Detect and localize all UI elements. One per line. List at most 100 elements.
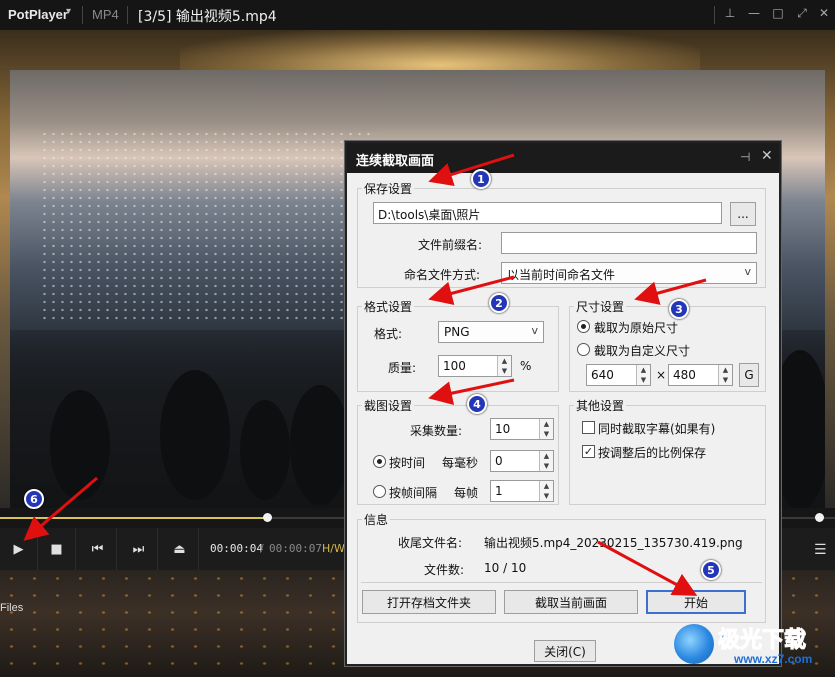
open-folder-button[interactable]: 打开存档文件夹 bbox=[362, 590, 496, 614]
pin-icon[interactable]: ⊣ bbox=[740, 150, 750, 164]
save-settings-group: 保存设置 D:\tools\桌面\照片 ... 文件前缀名: 命名文件方式: 以… bbox=[357, 180, 766, 288]
save-path-input[interactable]: D:\tools\桌面\照片 bbox=[373, 202, 722, 224]
eject-icon[interactable]: ⏏ bbox=[161, 528, 199, 570]
continuous-capture-dialog: 连续截取画面 ⊣ ✕ 保存设置 D:\tools\桌面\照片 ... 文件前缀名… bbox=[345, 141, 781, 666]
stepper-arrows-icon[interactable]: ▲ ▼ bbox=[497, 356, 511, 376]
count-value: 10 bbox=[495, 422, 511, 436]
stop-icon[interactable]: ■ bbox=[38, 528, 76, 570]
ratio-checkbox[interactable]: ✓ bbox=[582, 445, 595, 458]
start-button[interactable]: 开始 bbox=[646, 590, 746, 614]
prefix-input[interactable] bbox=[501, 232, 757, 254]
format-label: MP4 bbox=[92, 7, 119, 22]
seek-knob[interactable] bbox=[263, 513, 273, 522]
browse-button[interactable]: ... bbox=[730, 202, 756, 226]
stepper-arrows-icon[interactable]: ▲ ▼ bbox=[539, 481, 553, 501]
by-frame-label[interactable]: 按帧间隔 bbox=[389, 484, 437, 501]
file-count-value: 10 / 10 bbox=[484, 561, 527, 575]
prev-icon[interactable]: ⏮ bbox=[79, 528, 117, 570]
silhouette bbox=[160, 370, 230, 500]
by-time-radio[interactable] bbox=[373, 455, 386, 468]
quality-stepper[interactable]: 100 ▲ ▼ bbox=[438, 355, 512, 377]
height-stepper[interactable]: 480 ▲ ▼ bbox=[668, 364, 733, 386]
files-label[interactable]: Files bbox=[0, 602, 23, 614]
group-label: 截图设置 bbox=[362, 397, 415, 414]
format-label: 格式: bbox=[374, 327, 403, 341]
subtitle-checkbox[interactable] bbox=[582, 421, 595, 434]
player-title-bar: PotPlayer ▾ MP4 [3/5] 输出视频5.mp4 ⊥ — □ ⤢ … bbox=[0, 0, 835, 30]
quality-unit: % bbox=[520, 359, 532, 373]
video-title: [3/5] 输出视频5.mp4 bbox=[138, 9, 277, 25]
stepper-arrows-icon[interactable]: ▲ ▼ bbox=[636, 365, 650, 385]
time-total: 00:00:07 bbox=[269, 542, 322, 555]
format-select[interactable]: PNG v bbox=[438, 321, 544, 343]
chevron-down-icon: v bbox=[531, 324, 538, 337]
stepper-arrows-icon[interactable]: ▲ ▼ bbox=[718, 365, 732, 385]
last-file-label: 收尾文件名: bbox=[398, 536, 463, 550]
format-value: PNG bbox=[444, 325, 470, 339]
silhouette bbox=[50, 390, 110, 500]
capture-settings-group: 截图设置 采集数量: 10 ▲ ▼ 按时间 每毫秒 0 ▲ ▼ 按帧间隔 每帧 1 … bbox=[357, 397, 559, 505]
hw-badge[interactable]: H/W bbox=[322, 542, 345, 555]
time-separator: / bbox=[260, 542, 264, 555]
group-label: 其他设置 bbox=[574, 397, 627, 414]
frame-stepper[interactable]: 1 ▲ ▼ bbox=[490, 480, 554, 502]
minimize-icon[interactable]: — bbox=[746, 6, 762, 22]
size-settings-group: 尺寸设置 截取为原始尺寸 截取为自定义尺寸 640 ▲ ▼ × 480 ▲ ▼ G bbox=[569, 298, 766, 392]
times-sign: × bbox=[656, 368, 667, 382]
step-badge-6: 6 bbox=[24, 489, 44, 509]
quality-label: 质量: bbox=[388, 361, 417, 375]
capture-now-button[interactable]: 截取当前画面 bbox=[504, 590, 638, 614]
divider bbox=[361, 582, 762, 583]
naming-label: 命名文件方式: bbox=[404, 268, 481, 282]
by-time-label[interactable]: 按时间 bbox=[389, 454, 425, 471]
step-badge-1: 1 bbox=[471, 169, 491, 189]
seek-fill bbox=[0, 517, 268, 519]
stepper-arrows-icon[interactable]: ▲ ▼ bbox=[539, 451, 553, 471]
g-button[interactable]: G bbox=[739, 363, 759, 387]
group-label: 格式设置 bbox=[362, 298, 415, 315]
frame-value: 1 bbox=[495, 484, 503, 498]
width-value: 640 bbox=[591, 368, 614, 382]
custom-size-radio[interactable] bbox=[577, 343, 590, 356]
naming-select[interactable]: 以当前时间命名文件 v bbox=[501, 262, 757, 284]
volume-knob[interactable] bbox=[815, 513, 824, 522]
ratio-label[interactable]: 按调整后的比例保存 bbox=[598, 444, 706, 461]
dialog-title: 连续截取画面 bbox=[356, 154, 435, 169]
count-label: 采集数量: bbox=[410, 424, 463, 438]
naming-value: 以当前时间命名文件 bbox=[507, 268, 616, 282]
dialog-body: 保存设置 D:\tools\桌面\照片 ... 文件前缀名: 命名文件方式: 以… bbox=[347, 173, 779, 664]
last-file-value: 输出视频5.mp4_20230215_135730.419.png bbox=[484, 536, 743, 550]
original-size-label[interactable]: 截取为原始尺寸 bbox=[594, 319, 678, 336]
step-badge-4: 4 bbox=[467, 394, 487, 414]
play-icon[interactable]: ▶ bbox=[0, 528, 38, 570]
original-size-radio[interactable] bbox=[577, 320, 590, 333]
pin-icon[interactable]: ⊥ bbox=[722, 6, 738, 22]
group-label: 信息 bbox=[362, 511, 391, 528]
count-stepper[interactable]: 10 ▲ ▼ bbox=[490, 418, 554, 440]
menu-icon[interactable]: ☰ bbox=[814, 542, 827, 558]
watermark-logo-icon bbox=[674, 624, 714, 664]
app-name[interactable]: PotPlayer bbox=[8, 7, 68, 22]
stepper-arrows-icon[interactable]: ▲ ▼ bbox=[539, 419, 553, 439]
custom-size-label[interactable]: 截取为自定义尺寸 bbox=[594, 342, 690, 359]
width-stepper[interactable]: 640 ▲ ▼ bbox=[586, 364, 651, 386]
maximize-icon[interactable]: □ bbox=[770, 6, 786, 22]
close-icon[interactable]: ✕ bbox=[816, 6, 832, 22]
close-icon[interactable]: ✕ bbox=[761, 148, 773, 164]
dialog-title-bar: 连续截取画面 ⊣ ✕ bbox=[347, 143, 779, 173]
quality-value: 100 bbox=[443, 359, 466, 373]
close-button[interactable]: 关闭(C) bbox=[534, 640, 596, 662]
video-sparkle bbox=[40, 130, 370, 320]
fullscreen-icon[interactable]: ⤢ bbox=[794, 6, 810, 22]
by-frame-radio[interactable] bbox=[373, 485, 386, 498]
height-value: 480 bbox=[673, 368, 696, 382]
divider bbox=[714, 6, 715, 24]
subtitle-label[interactable]: 同时截取字幕(如果有) bbox=[598, 420, 715, 437]
format-settings-group: 格式设置 格式: PNG v 质量: 100 ▲ ▼ % bbox=[357, 298, 559, 392]
next-icon[interactable]: ⏭ bbox=[120, 528, 158, 570]
prefix-label: 文件前缀名: bbox=[418, 238, 483, 252]
silhouette bbox=[240, 400, 290, 500]
per-frame-label: 每帧 bbox=[454, 486, 479, 500]
ms-stepper[interactable]: 0 ▲ ▼ bbox=[490, 450, 554, 472]
chevron-down-icon[interactable]: ▾ bbox=[66, 6, 71, 17]
